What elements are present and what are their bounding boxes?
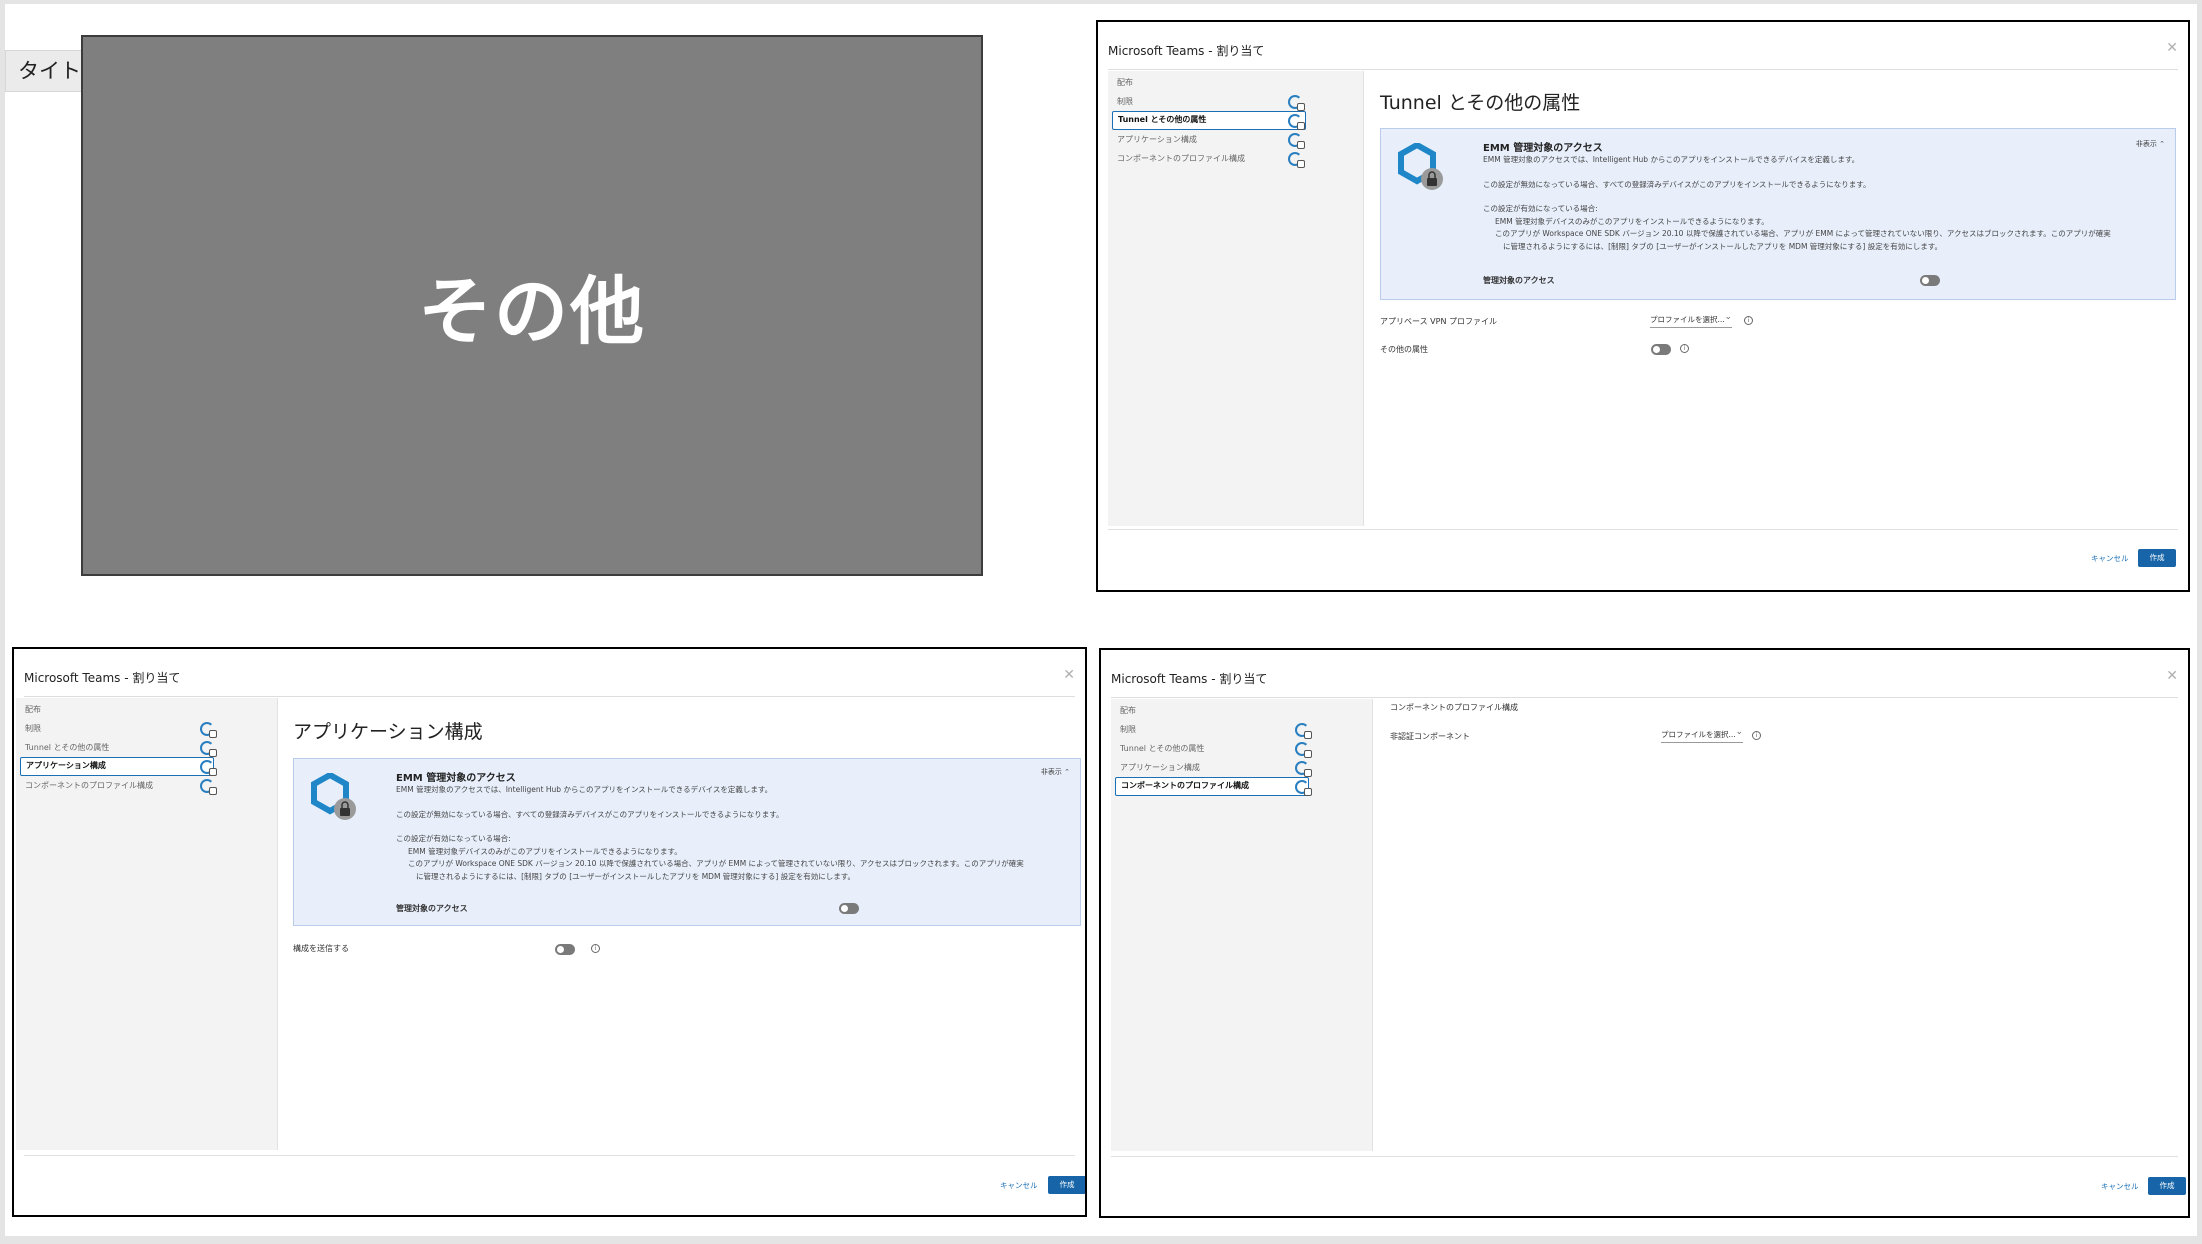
steps-sidebar: 配布 制限 Tunnel とその他の属性 アプリケーション構成 コンポーネントの… (16, 698, 278, 1150)
nav-restrictions[interactable]: 制限 (20, 719, 41, 738)
dialog-header: Microsoft Teams - 割り当て ✕ (1108, 22, 2178, 70)
managed-access-label: 管理対象のアクセス (396, 904, 468, 913)
info-icon[interactable]: i (1752, 731, 1761, 740)
hide-link[interactable]: 非表示 ⌃ (1041, 767, 1070, 777)
nav-tunnel[interactable]: Tunnel とその他の属性 (20, 738, 109, 757)
emm-bullet: このアプリが Workspace ONE SDK バージョン 20.10 以降で… (408, 859, 1024, 868)
hide-link[interactable]: 非表示 ⌃ (2136, 139, 2165, 149)
step-status-icon (1288, 133, 1305, 149)
workspace-one-lock-icon (1398, 143, 1443, 190)
step-status-icon (1295, 780, 1312, 796)
emm-heading: EMM 管理対象のアクセス (1483, 143, 1603, 154)
footer-divider (1111, 1156, 2178, 1157)
create-button[interactable]: 作成 (2148, 1177, 2186, 1195)
component-profile-select[interactable]: プロファイルを選択... (1661, 726, 1743, 743)
screenshot-tunnel-attributes: Microsoft Teams - 割り当て ✕ 配布 制限 Tunnel とそ… (1096, 20, 2190, 592)
info-icon[interactable]: i (1744, 316, 1753, 325)
nav-restrictions[interactable]: 制限 (1115, 720, 1136, 739)
close-icon[interactable]: ✕ (2166, 40, 2178, 56)
emm-bullet: EMM 管理対象デバイスのみがこのアプリをインストールできるようになります。 (408, 846, 682, 856)
nav-component-profile[interactable]: コンポーネントのプロファイル構成 (20, 776, 153, 795)
other-attributes-toggle[interactable] (1651, 344, 1671, 355)
emm-bullet: に管理されるようにするには、[制限] タブの [ユーザーがインストールしたアプリ… (416, 871, 855, 881)
nav-distribution[interactable]: 配布 (1115, 701, 1136, 720)
emm-info-panel: EMM 管理対象のアクセス 非表示 ⌃ EMM 管理対象のアクセスでは、Inte… (293, 758, 1081, 926)
other-placeholder-box: その他 (81, 35, 983, 576)
step-status-icon (200, 779, 217, 795)
emm-bullet: に管理されるようにするには、[制限] タブの [ユーザーがインストールしたアプリ… (1503, 241, 1942, 251)
emm-line: この設定が無効になっている場合、すべての登録済みデバイスがこのアプリをインストー… (396, 809, 784, 819)
emm-line: この設定が有効になっている場合: (1483, 204, 1598, 213)
vpn-profile-select[interactable]: プロファイルを選択... (1650, 311, 1732, 328)
managed-access-toggle[interactable] (839, 903, 859, 914)
create-button[interactable]: 作成 (1048, 1176, 1085, 1194)
step-status-icon (1295, 742, 1312, 758)
nav-app-config[interactable]: アプリケーション構成 (1112, 130, 1197, 149)
dialog-title: Microsoft Teams - 割り当て (24, 671, 181, 685)
nav-distribution[interactable]: 配布 (20, 700, 41, 719)
nav-tunnel[interactable]: Tunnel とその他の属性 (1112, 111, 1306, 130)
emm-line: この設定が有効になっている場合: (396, 834, 511, 843)
other-heading: その他 (418, 269, 646, 355)
nav-restrictions[interactable]: 制限 (1112, 92, 1133, 111)
nav-distribution[interactable]: 配布 (1112, 73, 1133, 92)
close-icon[interactable]: ✕ (1063, 667, 1075, 683)
dialog-header: Microsoft Teams - 割り当て ✕ (1111, 650, 2178, 698)
footer-divider (1108, 529, 2178, 530)
nav-app-config[interactable]: アプリケーション構成 (20, 757, 214, 776)
screenshot-app-config: Microsoft Teams - 割り当て ✕ 配布 制限 Tunnel とそ… (12, 647, 1087, 1217)
nav-tunnel[interactable]: Tunnel とその他の属性 (1115, 739, 1204, 758)
emm-line: この設定が無効になっている場合、すべての登録済みデバイスがこのアプリをインストー… (1483, 179, 1871, 189)
emm-info-panel: EMM 管理対象のアクセス 非表示 ⌃ EMM 管理対象のアクセスでは、Inte… (1380, 128, 2176, 300)
cancel-button[interactable]: キャンセル (2091, 553, 2129, 564)
page-title: Tunnel とその他の属性 (1380, 92, 1581, 114)
section-heading: コンポーネントのプロファイル構成 (1390, 703, 1518, 712)
info-icon[interactable]: i (1680, 344, 1689, 353)
nav-component-profile[interactable]: コンポーネントのプロファイル構成 (1115, 777, 1309, 796)
vpn-profile-label: アプリベース VPN プロファイル (1380, 317, 1497, 326)
screenshot-component-profile: Microsoft Teams - 割り当て ✕ 配布 制限 Tunnel とそ… (1099, 648, 2190, 1218)
emm-bullet: EMM 管理対象デバイスのみがこのアプリをインストールできるようになります。 (1495, 216, 1769, 226)
nav-component-profile[interactable]: コンポーネントのプロファイル構成 (1112, 149, 1245, 168)
cancel-button[interactable]: キャンセル (1000, 1180, 1038, 1191)
steps-sidebar: 配布 制限 Tunnel とその他の属性 アプリケーション構成 コンポーネントの… (1111, 699, 1373, 1151)
step-status-icon (200, 741, 217, 757)
dialog-header: Microsoft Teams - 割り当て ✕ (24, 649, 1075, 697)
emm-line: EMM 管理対象のアクセスでは、Intelligent Hub からこのアプリを… (396, 785, 773, 794)
emm-description: EMM 管理対象のアクセスでは、Intelligent Hub からこのアプリを… (396, 784, 1024, 883)
close-icon[interactable]: ✕ (2166, 668, 2178, 684)
send-config-label: 構成を送信する (293, 944, 349, 953)
create-button[interactable]: 作成 (2138, 549, 2176, 567)
info-icon[interactable]: i (591, 944, 600, 953)
emm-bullet: このアプリが Workspace ONE SDK バージョン 20.10 以降で… (1495, 229, 2111, 238)
page-title: アプリケーション構成 (293, 721, 483, 743)
managed-access-label: 管理対象のアクセス (1483, 276, 1555, 285)
step-status-icon (200, 722, 217, 738)
other-attributes-label: その他の属性 (1380, 345, 1428, 354)
footer-divider (24, 1155, 1075, 1156)
step-status-icon (200, 760, 217, 776)
workspace-one-lock-icon (311, 773, 356, 820)
step-status-icon (1295, 723, 1312, 739)
step-status-icon (1295, 761, 1312, 777)
dialog-title: Microsoft Teams - 割り当て (1108, 44, 1265, 58)
send-config-toggle[interactable] (555, 944, 575, 955)
emm-description: EMM 管理対象のアクセスでは、Intelligent Hub からこのアプリを… (1483, 154, 2111, 253)
steps-sidebar: 配布 制限 Tunnel とその他の属性 アプリケーション構成 コンポーネントの… (1108, 71, 1364, 526)
step-status-icon (1288, 114, 1305, 130)
emm-heading: EMM 管理対象のアクセス (396, 773, 516, 784)
emm-line: EMM 管理対象のアクセスでは、Intelligent Hub からこのアプリを… (1483, 155, 1860, 164)
step-status-icon (1288, 95, 1305, 111)
slide-canvas: タイトルなし] その他 Microsoft Teams - 割り当て ✕ 配布 … (5, 4, 2197, 1236)
step-status-icon (1288, 152, 1305, 168)
component-label: 非認証コンポーネント (1390, 732, 1470, 741)
managed-access-toggle[interactable] (1920, 275, 1940, 286)
cancel-button[interactable]: キャンセル (2101, 1181, 2139, 1192)
nav-app-config[interactable]: アプリケーション構成 (1115, 758, 1200, 777)
dialog-title: Microsoft Teams - 割り当て (1111, 672, 1268, 686)
